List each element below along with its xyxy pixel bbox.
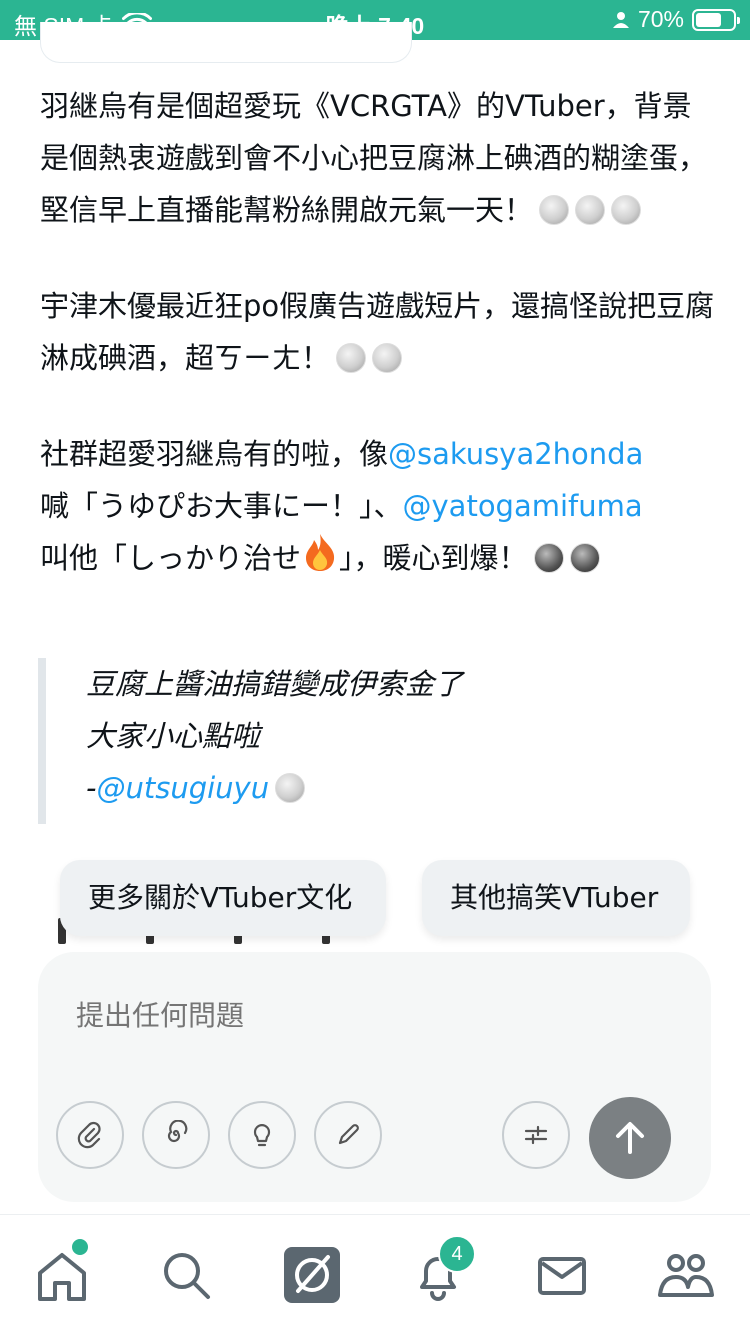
deepsearch-button[interactable]: [142, 1101, 210, 1169]
paragraph-3: 社群超愛羽継烏有的啦，像@sakusya2honda 喊「うゆぴお大事にー！」、@…: [40, 428, 720, 584]
blockquote: 豆腐上醬油搞錯變成伊索金了 大家小心點啦 -@utsugiuyu: [38, 658, 638, 824]
suggestion-chips: 更多關於VTuber文化 其他搞笑VTuber: [60, 860, 690, 936]
mention-link[interactable]: @utsugiuyu: [96, 771, 269, 805]
communities-icon: [658, 1254, 714, 1297]
bottom-nav: 4: [0, 1214, 750, 1335]
paragraph-1: 羽継烏有是個超愛玩《VCRGTA》的VTuber，背景是個熱衷遊戲到會不小心把豆…: [40, 80, 720, 236]
avatar-emoji: [569, 543, 600, 573]
battery-tip: [737, 16, 740, 24]
suggestion-chip[interactable]: 更多關於VTuber文化: [60, 860, 386, 936]
avatar-emoji: [539, 195, 570, 225]
nav-communities[interactable]: [656, 1245, 716, 1305]
unread-dot: [70, 1237, 90, 1257]
suggestion-chip[interactable]: 其他搞笑VTuber: [422, 860, 690, 936]
search-icon: [164, 1253, 210, 1299]
battery-fill: [696, 12, 722, 27]
quote-attribution: -@utsugiuyu: [86, 762, 638, 814]
arrow-up-icon: [616, 1122, 644, 1154]
composer: [38, 952, 711, 1202]
quote-line-1: 豆腐上醬油搞錯變成伊索金了: [86, 667, 464, 701]
grok-icon: [284, 1247, 340, 1303]
think-button[interactable]: [228, 1101, 296, 1169]
spiral-icon: [167, 1120, 188, 1143]
nav-messages[interactable]: [532, 1245, 592, 1305]
lightbulb-icon: [253, 1124, 271, 1147]
avatar-emoji: [611, 195, 642, 225]
nav-grok[interactable]: [282, 1245, 342, 1305]
paperclip-icon: [77, 1121, 101, 1149]
sliders-icon: [524, 1125, 548, 1145]
draw-button[interactable]: [314, 1101, 382, 1169]
paragraph-3-text-d: 」，暖心到爆！: [339, 541, 528, 575]
avatar-emoji: [336, 343, 367, 373]
battery-percent: 70%: [637, 6, 684, 32]
battery-icon: [692, 8, 740, 31]
nav-home[interactable]: [32, 1237, 92, 1305]
previous-card-fragment: [40, 22, 412, 63]
quote-dash: -: [86, 771, 97, 805]
avatar-emoji: [575, 195, 606, 225]
post-content: 羽継烏有是個超愛玩《VCRGTA》的VTuber，背景是個熱衷遊戲到會不小心把豆…: [40, 80, 720, 628]
avatar-emoji: [275, 773, 306, 803]
avatar-emoji: [372, 343, 403, 373]
nav-search[interactable]: [156, 1245, 216, 1305]
paragraph-3-text-b: 喊「うゆぴお大事にー！」、: [40, 489, 403, 523]
settings-button[interactable]: [502, 1101, 570, 1169]
paragraph-2: 宇津木優最近狂po假廣告遊戲短片，還搞怪說把豆腐淋成碘酒，超ㄎㄧㄤ！: [40, 280, 720, 384]
mention-link[interactable]: @yatogamifuma: [403, 489, 643, 523]
nav-notifications[interactable]: 4: [408, 1235, 476, 1305]
fire-icon: [306, 534, 335, 571]
paragraph-3-text-a: 社群超愛羽継烏有的啦，像: [40, 437, 389, 471]
attach-button[interactable]: [56, 1101, 124, 1169]
status-right: 70%: [612, 6, 740, 33]
mention-link[interactable]: @sakusya2honda: [388, 437, 643, 471]
pen-icon: [338, 1124, 359, 1145]
person-icon: [612, 11, 629, 28]
paragraph-1-text: 羽継烏有是個超愛玩《VCRGTA》的VTuber，背景是個熱衷遊戲到會不小心把豆…: [40, 89, 708, 227]
quote-line-2: 大家小心點啦: [86, 719, 261, 753]
mail-icon: [538, 1257, 586, 1295]
ask-input[interactable]: [74, 998, 638, 1033]
paragraph-3-text-c: 叫他「しっかり治せ: [40, 541, 302, 575]
send-button[interactable]: [589, 1097, 671, 1179]
notification-badge: 4: [438, 1235, 476, 1273]
avatar-emoji: [533, 543, 564, 573]
